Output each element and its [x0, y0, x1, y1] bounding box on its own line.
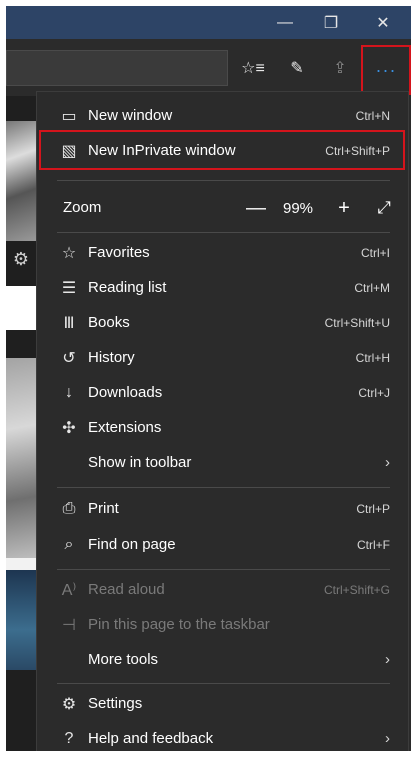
browser-toolbar: ☆≡ ✎ ⇪ ···	[6, 39, 411, 96]
printer-icon: ⎙	[62, 499, 76, 517]
window-icon: ▭	[61, 107, 77, 125]
books-icon: Ⅲ	[63, 314, 75, 332]
menu-item-read-aloud: A⁾ Read aloud Ctrl+Shift+G	[37, 572, 408, 607]
menu-item-new-inprivate-window[interactable]: ▧ New InPrivate window Ctrl+Shift+P	[37, 133, 408, 168]
read-aloud-icon: A⁾	[61, 581, 77, 599]
chevron-right-icon: ›	[385, 454, 390, 471]
menu-item-label: Print	[88, 500, 119, 517]
download-icon: ↓	[65, 383, 73, 401]
menu-item-show-in-toolbar[interactable]: Show in toolbar ›	[37, 445, 408, 480]
close-button[interactable]: ✕	[360, 6, 406, 39]
menu-item-new-window[interactable]: ▭ New window Ctrl+N	[37, 98, 408, 133]
menu-item-shortcut: Ctrl+F	[357, 537, 390, 552]
zoom-out-button[interactable]: —	[241, 192, 271, 224]
inprivate-icon: ▧	[61, 142, 77, 160]
menu-item-label: History	[88, 349, 135, 366]
more-options-button[interactable]: ···	[361, 45, 411, 95]
menu-item-shortcut: Ctrl+Shift+U	[324, 315, 390, 330]
extensions-icon: ✣	[62, 419, 76, 437]
reading-list-icon: ☰	[61, 279, 77, 297]
menu-item-help-and-feedback[interactable]: ? Help and feedback ›	[37, 721, 408, 751]
menu-item-label: Reading list	[88, 279, 167, 296]
menu-item-label: Extensions	[88, 419, 162, 436]
gear-icon: ⚙	[61, 695, 77, 713]
pen-icon[interactable]: ✎	[282, 53, 312, 83]
menu-item-label: More tools	[88, 651, 159, 668]
menu-item-find-on-page[interactable]: ⌕ Find on page Ctrl+F	[37, 527, 408, 562]
page-image	[6, 358, 36, 558]
menu-item-label: New window	[88, 107, 173, 124]
address-bar[interactable]	[6, 50, 228, 86]
menu-item-pin-to-taskbar: ⊣ Pin this page to the taskbar	[37, 607, 408, 642]
menu-item-shortcut: Ctrl+M	[354, 280, 390, 295]
menu-item-settings[interactable]: ⚙ Settings	[37, 686, 408, 721]
menu-item-shortcut: Ctrl+J	[358, 385, 390, 400]
menu-divider	[57, 569, 390, 570]
screenshot-frame: — ❐ ✕ ☆≡ ✎ ⇪ ··· ⚙ ▭ New window Ctrl+N ▧…	[0, 0, 417, 757]
menu-item-shortcut: Ctrl+H	[355, 350, 390, 365]
menu-divider	[57, 180, 390, 181]
menu-item-label: Show in toolbar	[88, 454, 192, 471]
zoom-in-button[interactable]: +	[329, 192, 359, 224]
menu-item-label: Favorites	[88, 244, 150, 261]
menu-item-favorites[interactable]: ☆ Favorites Ctrl+I	[37, 235, 408, 270]
title-bar: — ❐ ✕	[6, 6, 411, 39]
menu-item-print[interactable]: ⎙ Print Ctrl+P	[37, 491, 408, 526]
minimize-button[interactable]: —	[262, 6, 308, 39]
page-panel	[6, 286, 36, 330]
menu-item-label: Read aloud	[88, 581, 165, 598]
menu-item-label: Books	[88, 314, 130, 331]
zoom-row: Zoom — 99% + ⤢	[37, 191, 408, 226]
menu-item-label: Pin this page to the taskbar	[88, 616, 270, 633]
favorites-star-icon[interactable]: ☆≡	[238, 53, 268, 83]
menu-item-books[interactable]: Ⅲ Books Ctrl+Shift+U	[37, 305, 408, 340]
menu-item-shortcut: Ctrl+I	[360, 245, 390, 260]
menu-item-shortcut: Ctrl+Shift+P	[325, 143, 390, 158]
help-icon: ?	[64, 729, 74, 747]
menu-item-downloads[interactable]: ↓ Downloads Ctrl+J	[37, 375, 408, 410]
history-icon: ↺	[62, 349, 76, 367]
share-icon[interactable]: ⇪	[325, 53, 355, 83]
settings-menu: ▭ New window Ctrl+N ▧ New InPrivate wind…	[36, 91, 409, 751]
fullscreen-button[interactable]: ⤢	[369, 192, 399, 224]
menu-item-more-tools[interactable]: More tools ›	[37, 642, 408, 677]
page-image	[6, 570, 36, 670]
menu-item-history[interactable]: ↺ History Ctrl+H	[37, 340, 408, 375]
menu-item-reading-list[interactable]: ☰ Reading list Ctrl+M	[37, 270, 408, 305]
menu-divider	[57, 683, 390, 684]
menu-item-label: Downloads	[88, 384, 163, 401]
pin-icon: ⊣	[62, 616, 76, 634]
menu-item-shortcut: Ctrl+N	[355, 108, 390, 123]
menu-item-label: Settings	[88, 695, 143, 712]
chevron-right-icon: ›	[385, 651, 390, 668]
menu-item-shortcut: Ctrl+P	[356, 501, 390, 516]
menu-item-shortcut: Ctrl+Shift+G	[323, 582, 390, 597]
chevron-right-icon: ›	[385, 730, 390, 747]
page-image	[6, 121, 36, 241]
search-icon: ⌕	[64, 535, 74, 553]
browser-window: — ❐ ✕ ☆≡ ✎ ⇪ ··· ⚙ ▭ New window Ctrl+N ▧…	[6, 6, 411, 751]
menu-item-extensions[interactable]: ✣ Extensions	[37, 410, 408, 445]
page-content: ⚙	[6, 96, 36, 751]
menu-item-label: Help and feedback	[88, 730, 214, 747]
menu-item-label: Find on page	[88, 536, 176, 553]
menu-divider	[57, 232, 390, 233]
menu-divider	[57, 487, 390, 488]
zoom-level: 99%	[283, 200, 314, 217]
gear-icon[interactable]: ⚙	[8, 246, 34, 272]
favorites-icon: ☆	[61, 244, 77, 262]
zoom-label: Zoom	[63, 199, 102, 216]
menu-item-label: New InPrivate window	[88, 142, 236, 159]
maximize-button[interactable]: ❐	[308, 6, 354, 39]
page-panel	[6, 558, 36, 570]
